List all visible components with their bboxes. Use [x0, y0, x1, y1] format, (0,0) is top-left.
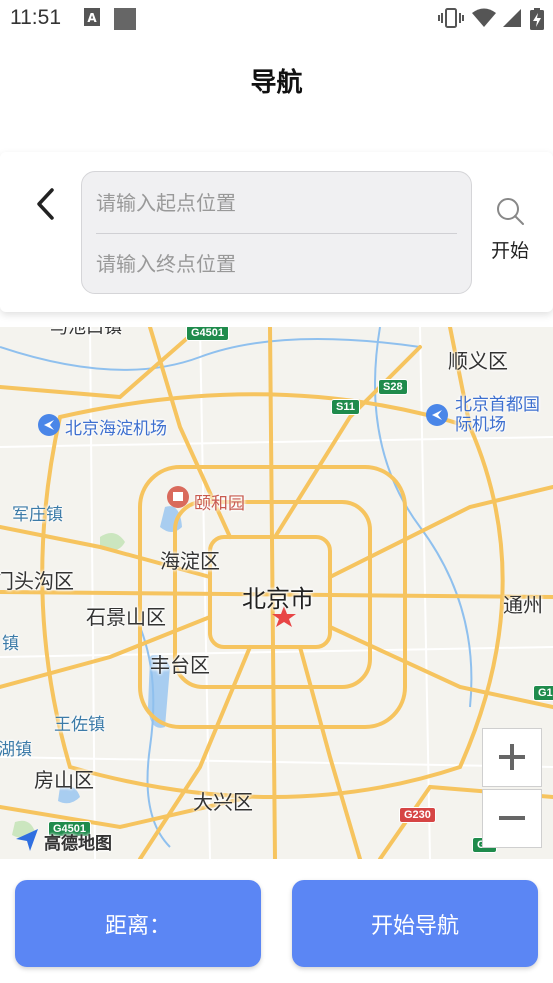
- map-label: 湖镇: [0, 740, 32, 760]
- minus-icon: [499, 816, 525, 820]
- chevron-left-icon: [37, 188, 54, 220]
- map-label: 门头沟区: [0, 569, 74, 593]
- search-start-button[interactable]: 开始: [482, 196, 538, 266]
- map-label: 北京首都国际机场: [455, 395, 540, 435]
- page-title: 导航: [250, 68, 303, 98]
- start-navigation-button[interactable]: 开始导航: [292, 880, 538, 967]
- wifi-icon: [472, 8, 496, 27]
- map-label: 通州: [503, 593, 543, 617]
- navigation-arrow-icon: [16, 829, 38, 851]
- amap-logo-text: 高德地图: [44, 834, 112, 854]
- battery-charging-icon: [530, 8, 544, 30]
- search-start-label: 开始: [490, 240, 529, 262]
- map-label: 石景山区: [86, 605, 166, 629]
- map-label: 北京海淀机场: [65, 419, 167, 439]
- end-location-input[interactable]: [96, 240, 458, 288]
- route-search-card: 开始: [0, 152, 553, 312]
- road-badge: S11: [331, 399, 360, 415]
- signal-icon: [503, 9, 521, 27]
- text-a-icon: A: [84, 8, 100, 26]
- road-badge: G230: [399, 807, 436, 823]
- road-badge: G4501: [186, 327, 230, 341]
- map-label: 镇: [2, 634, 19, 654]
- zoom-out-button[interactable]: [482, 789, 542, 848]
- zoom-in-button[interactable]: [482, 728, 542, 787]
- square-icon: [114, 8, 136, 30]
- vibrate-icon: [438, 8, 464, 28]
- map-label: 大兴区: [193, 790, 253, 814]
- distance-button[interactable]: 距离：: [15, 880, 261, 967]
- search-icon: [497, 198, 524, 225]
- route-inputs: [81, 171, 472, 294]
- road-badge: S28: [378, 379, 408, 395]
- map-label: 北京市: [242, 585, 314, 613]
- status-bar: 11:51 A: [0, 0, 553, 38]
- inputs-divider: [96, 233, 457, 234]
- map-label: 丰台区: [150, 653, 210, 677]
- map-label: 军庄镇: [12, 505, 63, 525]
- map-label: 颐和园: [194, 494, 245, 514]
- map-view[interactable]: G4501 S28 S11 G1 G230 G4501 G4 马池口镇 顺义区 …: [0, 327, 553, 859]
- start-location-input[interactable]: [96, 179, 458, 227]
- road-badge: G1: [533, 685, 553, 701]
- svg-text:A: A: [87, 11, 97, 25]
- map-label: 马池口镇: [50, 327, 122, 338]
- map-label: 海淀区: [160, 549, 220, 573]
- map-label: 房山区: [34, 768, 94, 792]
- map-label: 顺义区: [448, 349, 508, 373]
- plus-icon: [499, 744, 525, 770]
- map-label: 王佐镇: [54, 715, 105, 735]
- status-time: 11:51: [10, 6, 61, 29]
- back-button[interactable]: [22, 180, 70, 228]
